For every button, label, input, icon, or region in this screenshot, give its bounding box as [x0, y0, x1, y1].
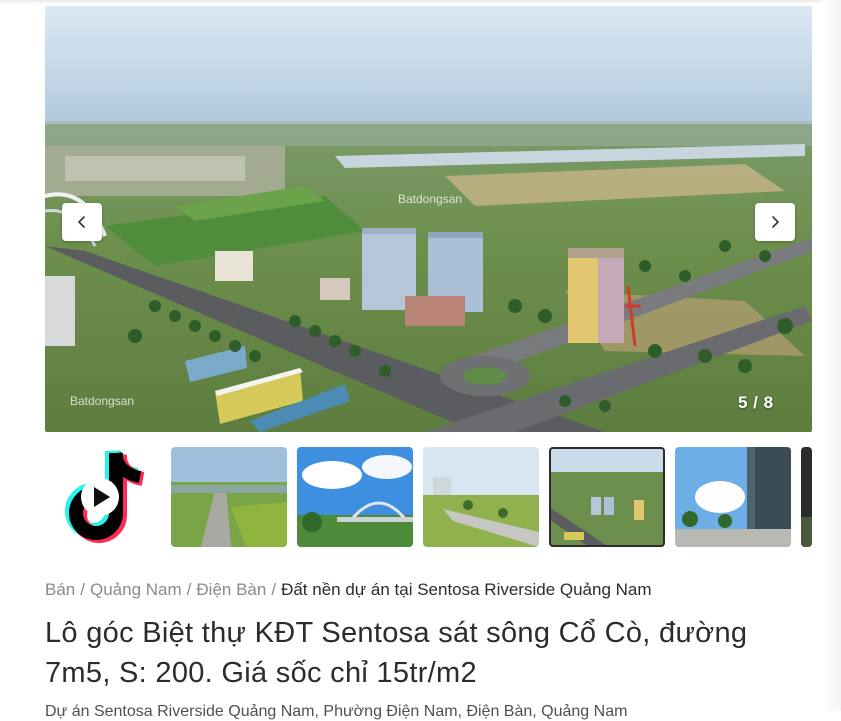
top-shadow — [0, 0, 841, 4]
breadcrumb-item[interactable]: Bán — [45, 580, 75, 599]
thumbnail-photo[interactable] — [171, 447, 287, 547]
breadcrumb-separator: / — [271, 580, 277, 599]
thumbnail-photo[interactable] — [801, 447, 812, 547]
thumbnail-photo[interactable] — [297, 447, 413, 547]
listing-address: Dự án Sentosa Riverside Quảng Nam, Phườn… — [45, 703, 628, 720]
chevron-right-icon — [772, 216, 780, 228]
breadcrumb-item[interactable]: Quảng Nam — [90, 580, 182, 599]
thumbnail-strip — [45, 447, 812, 547]
chevron-left-icon — [77, 216, 85, 228]
right-edge — [822, 0, 841, 711]
aerial-photo — [45, 6, 812, 432]
main-photo[interactable]: Batdongsan Batdongsan — [45, 6, 812, 432]
breadcrumb: Bán / Quảng Nam / Điện Bàn / Đất nền dự án tại… — [45, 580, 652, 600]
listing-title: Lô góc Biệt thự KĐT Sentosa sát sông Cổ … — [45, 617, 748, 689]
thumbnail-photo[interactable] — [423, 447, 539, 547]
watermark: Batdongsan — [70, 394, 135, 408]
breadcrumb-separator: / — [186, 580, 192, 599]
breadcrumb-current: Đất nền dự án tại Sentosa Riverside Quản… — [281, 580, 652, 599]
thumbnail-photo-active[interactable] — [549, 447, 665, 547]
previous-photo-button[interactable] — [62, 203, 102, 241]
thumbnail-video[interactable] — [45, 447, 161, 547]
breadcrumb-separator: / — [80, 580, 85, 599]
breadcrumb-item[interactable]: Điện Bàn — [196, 580, 266, 599]
watermark: Batdongsan — [398, 192, 463, 206]
next-photo-button[interactable] — [755, 203, 795, 241]
photo-counter: 5 / 8 — [738, 393, 774, 412]
thumbnail-photo[interactable] — [675, 447, 791, 547]
tiktok-play-icon — [45, 447, 161, 547]
